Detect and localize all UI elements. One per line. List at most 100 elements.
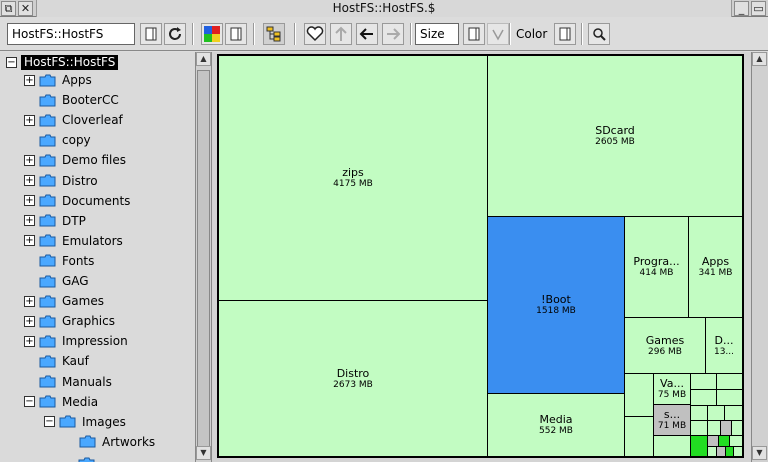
treemap-cell-small[interactable] [624,373,654,417]
back-window-icon[interactable]: ⧉ [1,1,16,16]
treemap-cell-s[interactable]: s... 71 MB [653,404,691,436]
tree-item-artworks[interactable]: Artworks [64,433,155,451]
expand-icon[interactable]: + [24,335,35,347]
treemap-cell-d[interactable]: D... 13... [705,317,743,374]
expand-icon[interactable]: + [24,315,35,327]
iconise-icon[interactable]: _ [734,1,749,16]
treemap-cell-apps[interactable]: Apps 341 MB [688,216,743,318]
sort-direction-button[interactable] [487,23,509,45]
scroll-thumb[interactable] [197,70,210,458]
treemap-cell-boot[interactable]: !Boot 1518 MB [487,216,625,394]
treemap-cell-tiny[interactable] [733,446,743,457]
back-button[interactable] [356,23,378,45]
color-menu-button[interactable] [225,23,247,45]
treemap-cell-small[interactable] [624,416,654,457]
treemap-cell-zips[interactable]: zips 4175 MB [218,55,488,301]
folder-icon [59,415,76,428]
tree-item-fonts[interactable]: Fonts [24,252,94,270]
color-label: Color [516,27,548,41]
scroll-down-icon[interactable]: ▼ [196,446,211,460]
close-icon[interactable]: ✕ [18,1,33,16]
tree-item-images[interactable]: − Images [44,413,126,431]
cell-name: D... [714,333,734,347]
tree-item-label: DTP [62,213,86,228]
sort-menu-button[interactable] [463,23,485,45]
treemap-cell-tiny[interactable] [707,420,721,436]
treemap-cell-small[interactable] [653,435,691,457]
tree-item-apps[interactable]: + Apps [24,71,92,89]
favourite-button[interactable] [304,23,326,45]
collapse-icon[interactable]: − [6,56,17,68]
folder-icon [39,335,56,348]
treemap-cell-va[interactable]: Va... 75 MB [653,373,691,405]
tree-item-graphics[interactable]: + Graphics [24,312,115,330]
up-button[interactable] [330,23,352,45]
heart-icon [306,26,324,42]
scroll-up-icon[interactable]: ▲ [196,52,211,66]
cell-size: 2673 MB [333,379,373,390]
expand-icon[interactable]: + [24,235,35,247]
treemap-cell-tiny[interactable] [690,389,717,406]
treemap-cell-tiny[interactable] [716,373,743,390]
tree-item-gag[interactable]: GAG [24,272,89,290]
collapse-icon[interactable]: − [44,416,55,428]
tree-item-manuals[interactable]: Manuals [24,373,112,391]
treemap-cell-tiny[interactable] [731,420,743,436]
color-mode-menu-button[interactable] [554,23,576,45]
arrow-left-icon [359,28,373,40]
tree-view-button[interactable] [263,23,285,45]
tree-item-impression[interactable]: + Impression [24,332,128,350]
tree-item-copy[interactable]: copy [24,131,91,149]
path-input[interactable]: HostFS::HostFS [7,23,135,45]
tree-item-distro[interactable]: + Distro [24,172,98,190]
folder-icon [39,214,56,227]
treemap-cell-tiny[interactable] [690,373,717,390]
treemap-cell-media[interactable]: Media 552 MB [487,393,625,457]
scroll-down-icon[interactable]: ▼ [752,446,767,460]
scroll-up-icon[interactable]: ▲ [752,52,767,66]
expand-icon[interactable]: + [24,175,35,186]
expand-icon[interactable]: + [24,195,35,207]
tree-item-bootercc[interactable]: BooterCC [24,91,119,109]
treemap-cell-sdcard[interactable]: SDcard 2605 MB [487,55,743,217]
expand-icon[interactable]: + [24,114,35,126]
tree-scrollbar[interactable]: ▲ ▼ [195,52,212,462]
tree-item-kauf[interactable]: Kauf [24,352,89,370]
tree-item-emulators[interactable]: + Emulators [24,232,123,250]
collapse-icon[interactable]: − [24,396,35,408]
toggle-size-icon[interactable]: ▭ [751,1,766,16]
expand-icon[interactable]: + [24,215,35,227]
tree-item-games[interactable]: + Games [24,292,104,310]
tree-root-row[interactable]: − HostFS::HostFS [6,53,119,71]
treemap-cell-tiny[interactable] [716,389,743,406]
expand-icon[interactable]: + [24,154,35,166]
search-button[interactable] [588,23,610,45]
sort-field[interactable]: Size [415,23,459,45]
treemap-cell-distro[interactable]: Distro 2673 MB [218,300,488,457]
window-title[interactable]: HostFS::HostFS.$ [36,0,732,17]
treemap-cell-games[interactable]: Games 296 MB [624,317,706,374]
folder-icon [39,94,56,107]
tree-item-media[interactable]: − Media [24,393,98,411]
treemap-cell-programs[interactable]: Progra... 414 MB [624,216,689,318]
treemap-cell-tiny[interactable] [707,405,725,421]
menu-icon [559,27,571,41]
treemap-cell-tiny[interactable] [690,405,708,421]
arrow-up-icon [335,26,347,41]
forward-button[interactable] [382,23,404,45]
treemap-cell-tiny[interactable] [724,405,743,421]
tree-item-documents[interactable]: + Documents [24,192,130,210]
expand-icon[interactable]: + [24,74,35,86]
tree-item-cloverleaf[interactable]: + Cloverleaf [24,111,123,129]
toolbar-separator [253,23,255,45]
treemap-cell-tiny-green[interactable] [690,435,708,457]
tree-item-demo-files[interactable]: + Demo files [24,151,126,169]
treemap-scrollbar[interactable]: ▲ ▼ [751,52,768,462]
color-scheme-button[interactable] [201,23,223,45]
expand-icon[interactable]: + [24,295,35,307]
tree-item-dtp[interactable]: + DTP [24,212,86,230]
path-menu-button[interactable] [140,23,162,45]
tree-item-partial[interactable] [78,454,101,462]
menu-icon [230,27,242,41]
refresh-button[interactable] [164,23,186,45]
